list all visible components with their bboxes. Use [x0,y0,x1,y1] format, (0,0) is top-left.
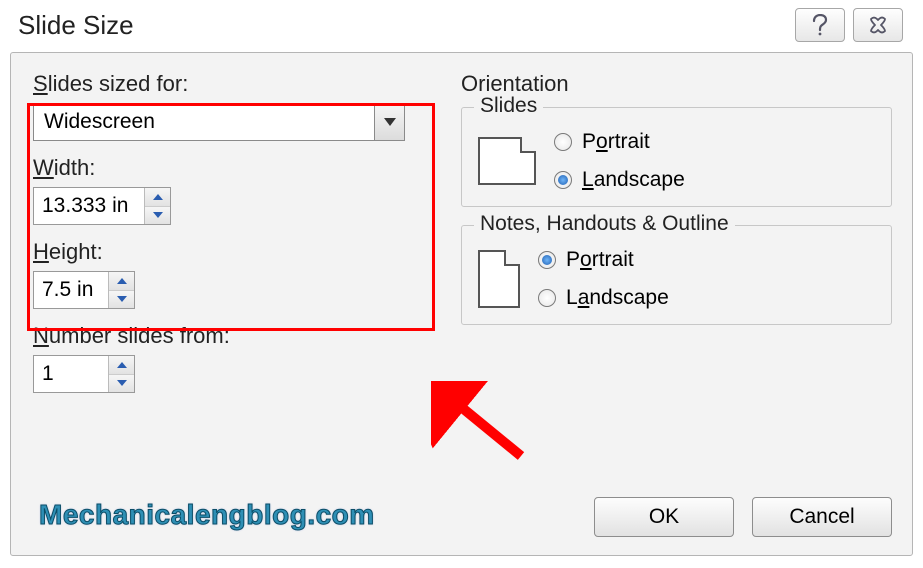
notes-portrait-radio[interactable]: Portrait [538,248,669,272]
portrait-label: Portrait [566,248,634,272]
width-value: 13.333 in [34,188,144,224]
slides-landscape-radio[interactable]: Landscape [554,168,685,192]
width-label: Width: [33,155,433,181]
notes-group-title: Notes, Handouts & Outline [474,212,735,236]
radio-icon [538,289,556,307]
radio-icon [554,133,572,151]
page-landscape-icon [478,137,536,185]
title-buttons [795,8,903,42]
slides-group-title: Slides [474,94,543,118]
arrow-up-icon [117,362,127,368]
arrow-down-icon [153,212,163,218]
height-up-button[interactable] [109,272,134,291]
slides-orientation-group: Slides Portrait Landscape [461,107,892,207]
chevron-down-icon [384,118,396,126]
dialog-body: Slides sized for: Widescreen Width: 13.3… [10,52,913,556]
slides-sized-for-label: Slides sized for: [33,71,433,97]
landscape-label: Landscape [566,286,669,310]
right-column: Orientation Slides Portrait Landscape [461,71,892,407]
height-label: Height: [33,239,433,265]
radio-checked-icon [538,251,556,269]
page-portrait-icon [478,250,520,308]
height-down-button[interactable] [109,291,134,309]
notes-landscape-radio[interactable]: Landscape [538,286,669,310]
width-down-button[interactable] [145,207,170,225]
height-spinner[interactable]: 7.5 in [33,271,135,309]
ok-button[interactable]: OK [594,497,734,537]
slides-sized-for-value: Widescreen [34,110,374,134]
number-from-label: Number slides from: [33,323,433,349]
close-button[interactable] [853,8,903,42]
radio-checked-icon [554,171,572,189]
arrow-up-icon [153,194,163,200]
title-bar: Slide Size [0,0,923,52]
help-button[interactable] [795,8,845,42]
arrow-down-icon [117,380,127,386]
width-spinner[interactable]: 13.333 in [33,187,171,225]
width-up-button[interactable] [145,188,170,207]
help-icon [811,14,829,36]
landscape-label: Landscape [582,168,685,192]
watermark-text: Mechanicalengblog.com [39,499,375,531]
dialog-buttons: OK Cancel [594,497,892,537]
cancel-button[interactable]: Cancel [752,497,892,537]
dialog-title: Slide Size [18,10,795,41]
combo-dropdown-button[interactable] [374,104,404,140]
number-from-value: 1 [34,356,108,392]
arrow-down-icon [117,296,127,302]
slides-sized-for-combo[interactable]: Widescreen [33,103,405,141]
height-value: 7.5 in [34,272,108,308]
slides-portrait-radio[interactable]: Portrait [554,130,685,154]
number-from-spinner[interactable]: 1 [33,355,135,393]
notes-orientation-group: Notes, Handouts & Outline Portrait Lands… [461,225,892,325]
close-icon [868,15,888,35]
portrait-label: Portrait [582,130,650,154]
number-up-button[interactable] [109,356,134,375]
left-column: Slides sized for: Widescreen Width: 13.3… [33,71,433,407]
number-down-button[interactable] [109,375,134,393]
arrow-up-icon [117,278,127,284]
